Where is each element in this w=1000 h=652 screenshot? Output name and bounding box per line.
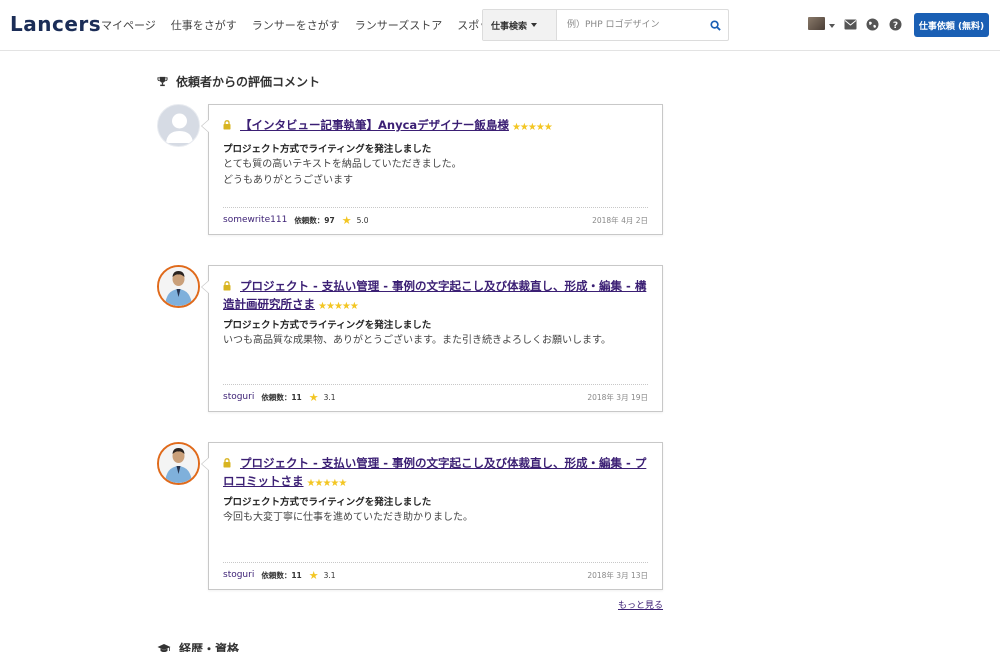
review-comment-line: とても質の高いテキストを納品していただきました。 [223, 159, 462, 170]
star-icon: ★ [325, 301, 335, 312]
client-photo [159, 444, 198, 483]
client-score: 5.0 [356, 215, 369, 225]
client-score: 3.1 [323, 570, 336, 580]
search-bar: 仕事検索 [482, 9, 729, 41]
graduation-cap-icon [157, 643, 171, 652]
nav-mypage[interactable]: マイページ [101, 17, 156, 33]
nav-lancers-store[interactable]: ランサーズストア [355, 17, 442, 33]
star-icon: ★ [535, 122, 545, 133]
review-project-link[interactable]: プロジェクト - 支払い管理 - 事例の文字起こし及び体裁直し、形成・編集 - … [223, 456, 646, 488]
lancers-logo[interactable]: Lancers [10, 12, 101, 36]
review-comment: とても質の高いテキストを納品していただきました。 どうもありがとうございます [223, 157, 462, 189]
rating-stars: ★ ★ ★ ★ ★ [306, 475, 348, 492]
star-icon: ★ [333, 301, 343, 312]
star-icon: ★ [330, 478, 339, 489]
client-order-count: 依頼数：11 [261, 570, 302, 580]
star-icon: ★ [308, 568, 319, 582]
review-title: プロジェクト - 支払い管理 - 事例の文字起こし及び体裁直し、形成・編集 - … [223, 278, 648, 315]
reviews-heading: 依頼者からの評価コメント [157, 73, 320, 90]
star-icon: ★ [511, 122, 521, 133]
client-username[interactable]: stoguri [223, 392, 254, 402]
review-subtitle: プロジェクト方式でライティングを発注しました [223, 144, 432, 155]
star-icon: ★ [338, 478, 347, 489]
star-icon: ★ [349, 301, 359, 312]
search-input[interactable] [557, 10, 702, 40]
review-footer: stoguri 依頼数：11 ★ 3.1 2018年 3月 13日 [223, 568, 648, 582]
more-reviews-link[interactable]: もっと見る [618, 598, 663, 611]
review-footer: somewrite111 依頼数：97 ★ 5.0 2018年 4月 2日 [223, 213, 648, 227]
review-comment-line: いつも高品質な成果物、ありがとうございます。また引き続きよろしくお願いします。 [223, 335, 611, 346]
career-heading-text: 経歴・資格 [179, 642, 240, 652]
user-avatar[interactable] [808, 17, 825, 30]
review-title: プロジェクト - 支払い管理 - 事例の文字起こし及び体裁直し、形成・編集 - … [223, 455, 648, 492]
lock-icon [223, 279, 231, 296]
card-divider [223, 384, 648, 385]
help-icon[interactable]: ? [889, 18, 902, 31]
globe-icon[interactable] [866, 18, 879, 31]
star-icon: ★ [318, 301, 327, 312]
card-divider [223, 562, 648, 563]
lock-icon [223, 456, 231, 473]
star-icon: ★ [314, 478, 323, 489]
review-card: プロジェクト - 支払い管理 - 事例の文字起こし及び体裁直し、形成・編集 - … [201, 442, 663, 590]
review-comment-line: どうもありがとうございます [223, 175, 353, 186]
review-date: 2018年 4月 2日 [592, 215, 648, 225]
star-icon: ★ [308, 390, 319, 404]
client-score: 3.1 [323, 392, 336, 402]
client-order-count: 依頼数：97 [294, 215, 335, 225]
review-comment-line: 今回も大変丁寧に仕事を進めていただき助かりました。 [223, 512, 473, 523]
client-avatar[interactable] [157, 265, 200, 308]
review-comment: いつも高品質な成果物、ありがとうございます。また引き続きよろしくお願いします。 [223, 333, 611, 349]
client-username[interactable]: somewrite111 [223, 215, 287, 225]
reviews-heading-text: 依頼者からの評価コメント [176, 75, 321, 89]
review-project-link[interactable]: 【インタビュー記事執筆】Anycaデザイナー飯島様 [240, 118, 509, 132]
search-icon [709, 19, 721, 31]
svg-text:?: ? [893, 21, 898, 31]
card-divider [223, 207, 648, 208]
review-date: 2018年 3月 13日 [587, 570, 648, 580]
client-order-count: 依頼数：11 [261, 392, 302, 402]
chevron-down-icon[interactable] [829, 24, 835, 28]
client-photo [159, 267, 198, 306]
review-subtitle: プロジェクト方式でライティングを発注しました [223, 497, 432, 508]
star-icon: ★ [519, 122, 529, 133]
review-card: 【インタビュー記事執筆】Anycaデザイナー飯島様 ★ ★ ★ ★ ★ プロジェクト方式で… [201, 104, 663, 235]
review-project-link[interactable]: プロジェクト - 支払い管理 - 事例の文字起こし及び体裁直し、形成・編集 - … [223, 279, 646, 311]
search-category-label: 仕事検索 [491, 21, 528, 32]
review-footer: stoguri 依頼数：11 ★ 3.1 2018年 3月 19日 [223, 390, 648, 404]
star-icon: ★ [341, 301, 351, 312]
top-header: Lancers マイページ 仕事をさがす ランサーをさがす ランサーズストア ス… [0, 0, 1000, 51]
review-comment: 今回も大変丁寧に仕事を進めていただき助かりました。 [223, 510, 473, 526]
review-title: 【インタビュー記事執筆】Anycaデザイナー飯島様 ★ ★ ★ ★ ★ [223, 117, 648, 136]
career-heading: 経歴・資格 [157, 640, 239, 652]
default-user-icon [166, 113, 193, 143]
chevron-down-icon [531, 23, 538, 27]
post-job-button[interactable]: 仕事依頼 (無料) [914, 13, 989, 37]
search-category-select[interactable]: 仕事検索 [483, 10, 557, 40]
rating-stars: ★ ★ ★ ★ ★ [511, 119, 553, 136]
star-icon: ★ [341, 213, 352, 227]
lock-icon [223, 118, 231, 135]
star-icon: ★ [527, 122, 537, 133]
client-username[interactable]: stoguri [223, 570, 254, 580]
review-subtitle: プロジェクト方式でライティングを発注しました [223, 320, 432, 331]
client-avatar[interactable] [157, 442, 200, 485]
review-card: プロジェクト - 支払い管理 - 事例の文字起こし及び体裁直し、形成・編集 - … [201, 265, 663, 412]
client-avatar[interactable] [157, 104, 200, 147]
star-icon: ★ [543, 122, 553, 133]
mail-icon[interactable] [844, 19, 857, 30]
rating-stars: ★ ★ ★ ★ ★ [318, 298, 359, 315]
nav-find-work[interactable]: 仕事をさがす [171, 17, 237, 33]
main-nav: マイページ 仕事をさがす ランサーをさがす ランサーズストア スポット常駐 [101, 17, 538, 33]
search-button[interactable] [702, 10, 728, 40]
star-icon: ★ [306, 478, 316, 489]
star-icon: ★ [322, 478, 331, 489]
nav-find-lancer[interactable]: ランサーをさがす [252, 17, 340, 33]
review-date: 2018年 3月 19日 [587, 392, 648, 402]
trophy-icon [157, 76, 168, 87]
